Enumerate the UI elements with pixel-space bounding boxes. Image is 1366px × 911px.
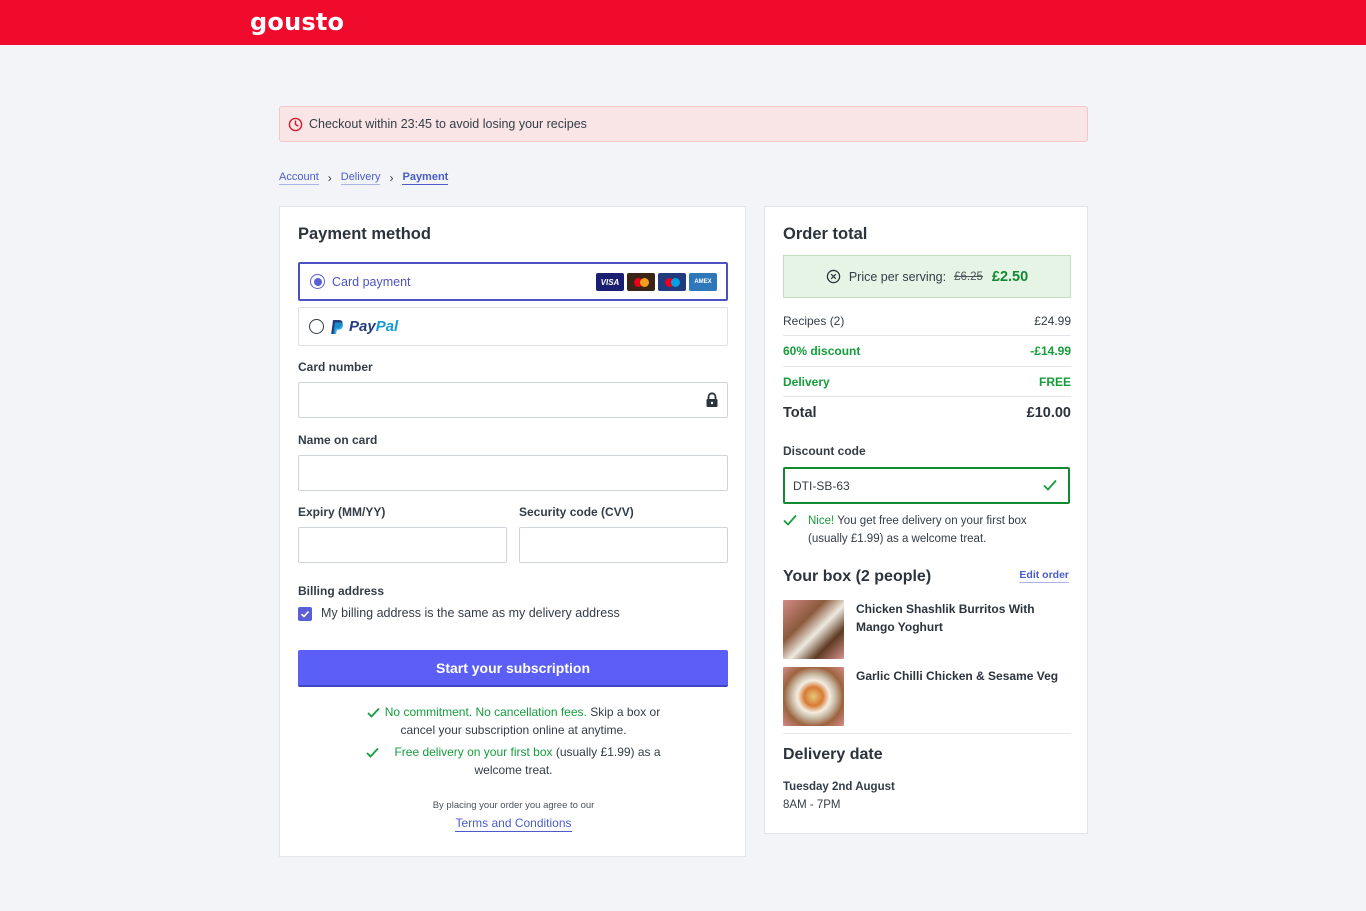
recipes-value: £24.99	[1034, 314, 1071, 328]
terms-and-conditions-link[interactable]: Terms and Conditions	[455, 816, 572, 832]
expiry-label: Expiry (MM/YY)	[298, 505, 386, 519]
total-row: Total £10.00	[783, 405, 1071, 421]
chevron-right-icon: ›	[389, 171, 394, 185]
lock-icon	[706, 392, 718, 407]
top-bar: gousto	[0, 0, 1366, 45]
checkout-timer-banner: Checkout within 23:45 to avoid losing yo…	[279, 106, 1088, 142]
discount-row: 60% discount -£14.99	[783, 344, 1071, 358]
divider	[783, 335, 1071, 336]
maestro-icon	[658, 273, 686, 291]
paypal-logo-pay: Pay	[349, 318, 376, 335]
payment-method-card: Payment method Card payment VISA AMEX Pa…	[279, 206, 746, 857]
recipe-image-garlic-chicken	[783, 667, 844, 726]
breadcrumb: Account › Delivery › Payment	[279, 170, 449, 186]
perk-2-highlight: Free delivery on your first box	[394, 745, 553, 759]
divider	[783, 733, 1071, 734]
paypal-logo-pal: Pal	[375, 318, 399, 335]
card-payment-label: Card payment	[332, 274, 411, 289]
paypal-p-icon	[331, 319, 344, 334]
billing-address-label: Billing address	[298, 584, 385, 598]
amex-icon: AMEX	[689, 273, 717, 291]
delivery-date-title: Delivery date	[783, 746, 883, 763]
perk-2-text-b: welcome treat.	[474, 763, 553, 777]
card-number-label: Card number	[298, 360, 373, 374]
visa-icon: VISA	[596, 273, 624, 291]
recipes-label: Recipes (2)	[783, 314, 845, 328]
chevron-right-icon: ›	[327, 171, 332, 185]
billing-same-label[interactable]: My billing address is the same as my del…	[321, 606, 620, 620]
timer-text: Checkout within 23:45 to avoid losing yo…	[309, 117, 587, 131]
perk-1-text-b: cancel your subscription online at anyti…	[400, 723, 627, 737]
delivery-row: Delivery FREE	[783, 375, 1071, 389]
price-new: £2.50	[991, 268, 1029, 285]
perk-1-highlight: No commitment. No cancellation fees.	[384, 705, 587, 719]
recipe-image-burritos	[783, 600, 844, 659]
name-on-card-field[interactable]	[298, 455, 728, 491]
discount-success-message: Nice! You get free delivery on your firs…	[783, 512, 1071, 548]
delivery-day: Tuesday 2nd August	[783, 781, 895, 793]
recipes-row: Recipes (2) £24.99	[783, 314, 1071, 328]
start-subscription-button[interactable]: Start your subscription	[298, 650, 728, 687]
discount-code-field[interactable]: DTI-SB-63	[783, 467, 1070, 504]
total-value: £10.00	[1026, 405, 1071, 421]
terms-link-wrap: Terms and Conditions	[280, 816, 747, 832]
recipe-2-name-a: Garlic Chilli Chicken & Sesame Veg	[856, 669, 1059, 683]
paypal-logo: PayPal	[349, 318, 398, 335]
delivery-label: Delivery	[783, 375, 830, 389]
your-box-title: Your box (2 people)	[783, 568, 932, 585]
edit-order-link[interactable]: Edit order	[1019, 569, 1069, 583]
badge-check-icon	[826, 269, 841, 284]
check-icon	[783, 514, 797, 526]
recipe-name: Garlic Chilli Chicken & Sesame Veg	[856, 667, 1071, 685]
discount-code-value: DTI-SB-63	[793, 478, 850, 493]
check-icon	[1043, 479, 1057, 491]
recipe-1-name-a: Chicken Shashlik Burritos With	[856, 602, 1035, 616]
perk-2-text-a: (usually £1.99) as a	[552, 745, 661, 759]
terms-prefix: By placing your order you agree to our	[432, 800, 595, 811]
delivery-time: 8AM - 7PM	[783, 799, 841, 811]
breadcrumb-payment[interactable]: Payment	[402, 171, 449, 185]
perk-1-text-a: Skip a box or	[586, 705, 661, 719]
order-total-title: Order total	[783, 225, 868, 243]
card-number-field[interactable]	[298, 382, 728, 418]
mastercard-icon	[627, 273, 655, 291]
gousto-logo[interactable]: gousto	[250, 8, 344, 36]
order-total-card: Order total Price per serving: £6.25 £2.…	[764, 206, 1088, 834]
cvv-field[interactable]	[519, 527, 728, 563]
discount-value: -£14.99	[1030, 344, 1071, 358]
discount-code-label: Discount code	[783, 444, 866, 458]
delivery-value: FREE	[1038, 375, 1071, 389]
check-icon	[367, 707, 380, 718]
perk-free-delivery: Free delivery on your first box (usually…	[280, 743, 747, 779]
price-per-serving-box: Price per serving: £6.25 £2.50	[783, 255, 1071, 298]
breadcrumb-delivery[interactable]: Delivery	[340, 171, 381, 185]
billing-same-checkbox[interactable]	[298, 607, 312, 621]
clock-icon	[288, 117, 303, 131]
card-brand-logos: VISA AMEX	[596, 273, 717, 291]
check-icon	[366, 747, 380, 758]
cvv-label: Security code (CVV)	[519, 505, 634, 519]
card-payment-option[interactable]: Card payment VISA AMEX	[298, 262, 728, 301]
name-on-card-label: Name on card	[298, 433, 378, 447]
discount-msg-text-b: (usually £1.99) as a welcome treat.	[808, 533, 987, 545]
paypal-radio[interactable]	[309, 319, 324, 334]
price-old: £6.25	[954, 270, 983, 283]
expiry-field[interactable]	[298, 527, 507, 563]
divider	[783, 396, 1071, 397]
divider	[783, 366, 1071, 367]
discount-msg-text-a: You get free delivery on your first box	[834, 515, 1027, 527]
perk-no-commitment: No commitment. No cancellation fees. Ski…	[280, 703, 747, 739]
breadcrumb-account[interactable]: Account	[279, 171, 319, 185]
discount-label: 60% discount	[783, 344, 861, 358]
recipe-1-name-b: Mango Yoghurt	[856, 620, 943, 634]
discount-msg-highlight: Nice!	[808, 515, 835, 527]
payment-method-title: Payment method	[298, 225, 431, 243]
recipe-name: Chicken Shashlik Burritos With Mango Yog…	[856, 600, 1071, 636]
paypal-option[interactable]: PayPal	[298, 307, 728, 346]
check-icon	[300, 610, 310, 618]
total-label: Total	[783, 405, 817, 421]
price-per-serving-label: Price per serving:	[848, 269, 947, 284]
card-payment-radio[interactable]	[310, 274, 325, 289]
